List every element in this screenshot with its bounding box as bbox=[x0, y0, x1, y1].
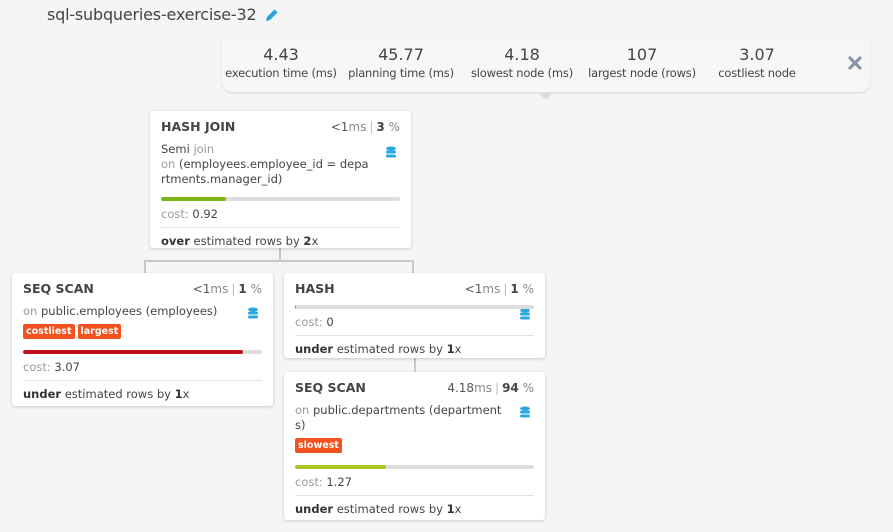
node-cost: cost: 0 bbox=[295, 315, 334, 329]
badge-costliest: costliest bbox=[23, 324, 75, 339]
node-type: SEQ SCAN bbox=[23, 281, 94, 296]
database-icon[interactable] bbox=[385, 146, 397, 160]
stat-label: slowest node (ms) bbox=[471, 66, 573, 80]
cost-bar bbox=[295, 465, 534, 469]
close-icon[interactable] bbox=[848, 56, 862, 70]
node-timing: <1ms | 1 % bbox=[464, 282, 534, 296]
stat-execution-time: 4.43 execution time (ms) bbox=[222, 40, 340, 81]
node-type: SEQ SCAN bbox=[295, 380, 366, 395]
plan-node-seq-scan-departments[interactable]: SEQ SCAN 4.18ms | 94 % on public.departmen… bbox=[284, 372, 545, 520]
connector bbox=[144, 260, 146, 273]
node-cost: cost: 1.27 bbox=[295, 475, 352, 489]
cost-bar bbox=[23, 350, 262, 354]
node-cost: cost: 0.92 bbox=[161, 207, 218, 221]
stat-value: 3.07 bbox=[739, 45, 775, 64]
stat-largest-node: 107 largest node (rows) bbox=[582, 40, 702, 81]
cost-bar-fill bbox=[23, 350, 243, 354]
stat-slowest-node: 4.18 slowest node (ms) bbox=[462, 40, 582, 81]
pencil-icon[interactable] bbox=[264, 7, 280, 23]
node-badges: costliest largest bbox=[23, 324, 262, 339]
badge-largest: largest bbox=[77, 324, 122, 339]
node-cost: cost: 3.07 bbox=[23, 360, 80, 374]
node-timing: <1ms | 3 % bbox=[330, 120, 400, 134]
cost-bar-fill bbox=[295, 465, 386, 469]
database-icon[interactable] bbox=[519, 308, 531, 322]
node-timing: 4.18ms | 94 % bbox=[447, 381, 534, 395]
plan-node-seq-scan-employees[interactable]: SEQ SCAN <1ms | 1 % on public.employees (e… bbox=[12, 273, 273, 406]
node-description: Semi join on (employees.employee_id = de… bbox=[161, 142, 369, 186]
stat-planning-time: 45.77 planning time (ms) bbox=[340, 40, 462, 81]
database-icon[interactable] bbox=[519, 406, 531, 420]
row-estimate: under estimated rows by 1x bbox=[295, 495, 534, 516]
row-estimate: under estimated rows by 1x bbox=[23, 380, 262, 401]
plan-node-hash[interactable]: HASH <1ms | 1 % cost: 0 under estimated ro… bbox=[284, 273, 545, 358]
connector bbox=[144, 260, 414, 262]
stat-value: 107 bbox=[626, 45, 658, 64]
cost-bar-fill bbox=[161, 197, 226, 201]
stats-panel: 4.43 execution time (ms) 45.77 planning … bbox=[222, 40, 870, 100]
stat-label: execution time (ms) bbox=[225, 66, 337, 80]
stats-caret bbox=[538, 92, 554, 100]
node-timing: <1ms | 1 % bbox=[192, 282, 262, 296]
stat-label: largest node (rows) bbox=[588, 66, 696, 80]
cost-bar-fill bbox=[295, 305, 297, 309]
stat-label: costliest node bbox=[718, 66, 796, 80]
page-title-bar: sql-subqueries-exercise-32 bbox=[47, 5, 280, 24]
stat-value: 45.77 bbox=[378, 45, 424, 64]
connector bbox=[414, 358, 416, 372]
node-type: HASH JOIN bbox=[161, 119, 236, 134]
node-description: on public.departments (departments) bbox=[295, 403, 502, 432]
stat-costliest-node: 3.07 costliest node bbox=[702, 40, 812, 81]
node-badges: slowest bbox=[295, 438, 534, 453]
row-estimate: under estimated rows by 1x bbox=[295, 335, 534, 356]
badge-slowest: slowest bbox=[295, 438, 342, 453]
node-type: HASH bbox=[295, 281, 335, 296]
row-estimate: over estimated rows by 2x bbox=[161, 227, 400, 248]
cost-bar bbox=[161, 197, 400, 201]
plan-node-hash-join[interactable]: HASH JOIN <1ms | 3 % Semi join on (employe… bbox=[150, 111, 411, 248]
stat-value: 4.43 bbox=[263, 45, 299, 64]
database-icon[interactable] bbox=[247, 307, 259, 321]
page-title: sql-subqueries-exercise-32 bbox=[47, 5, 257, 24]
stat-label: planning time (ms) bbox=[348, 66, 454, 80]
connector bbox=[412, 260, 414, 273]
stat-value: 4.18 bbox=[504, 45, 540, 64]
node-description: on public.employees (employees) bbox=[23, 304, 218, 318]
cost-bar bbox=[295, 305, 534, 309]
